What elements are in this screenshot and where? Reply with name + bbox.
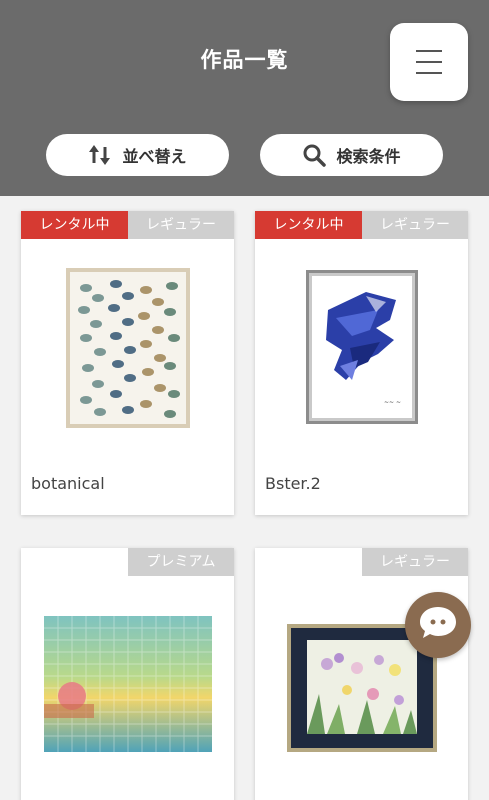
sort-arrows-icon bbox=[88, 143, 112, 167]
badge-row: レギュラー bbox=[255, 548, 468, 576]
app-screen: 作品一覧 並べ替え 検索条件 レンタル中 レギュラー botanical レンタ… bbox=[0, 0, 489, 800]
plan-badge: レギュラー bbox=[128, 211, 234, 239]
artwork-title[interactable]: Bster.2 bbox=[265, 474, 321, 493]
artwork-title[interactable]: botanical bbox=[31, 474, 105, 493]
plan-badge: プレミアム bbox=[128, 548, 234, 576]
badge-row: プレミアム bbox=[21, 548, 234, 576]
menu-button[interactable] bbox=[390, 23, 468, 101]
search-conditions-button[interactable]: 検索条件 bbox=[260, 134, 443, 176]
chat-bubble-icon bbox=[418, 605, 458, 645]
svg-text:~~ ~: ~~ ~ bbox=[384, 399, 401, 406]
plan-badge: レギュラー bbox=[362, 548, 468, 576]
artwork-card[interactable]: レンタル中 レギュラー ~~ ~ Bster.2 bbox=[255, 211, 468, 515]
sort-label: 並べ替え bbox=[122, 147, 187, 166]
artwork-image[interactable]: ~~ ~ bbox=[255, 267, 468, 427]
artwork-image[interactable] bbox=[21, 267, 234, 429]
badge-row: レンタル中 レギュラー bbox=[21, 211, 234, 239]
header: 作品一覧 並べ替え 検索条件 bbox=[0, 0, 489, 196]
artwork-image[interactable] bbox=[21, 614, 234, 754]
rental-status-badge: レンタル中 bbox=[255, 211, 362, 239]
artwork-card[interactable]: プレミアム bbox=[21, 548, 234, 800]
artwork-card[interactable]: レギュラー bbox=[255, 548, 468, 800]
hamburger-icon bbox=[416, 48, 442, 76]
sort-button[interactable]: 並べ替え bbox=[46, 134, 229, 176]
rental-status-badge: レンタル中 bbox=[21, 211, 128, 239]
badge-row: レンタル中 レギュラー bbox=[255, 211, 468, 239]
artwork-card[interactable]: レンタル中 レギュラー botanical bbox=[21, 211, 234, 515]
chat-button[interactable] bbox=[405, 592, 471, 658]
plan-badge: レギュラー bbox=[362, 211, 468, 239]
search-icon bbox=[302, 143, 327, 167]
search-label: 検索条件 bbox=[336, 147, 401, 166]
